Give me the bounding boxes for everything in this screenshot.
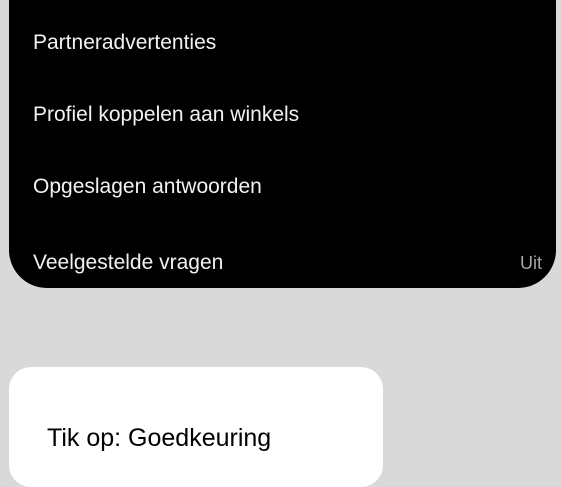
settings-menu-panel: Partneradvertenties Profiel koppelen aan…	[9, 0, 556, 288]
menu-item-label: Profiel koppelen aan winkels	[33, 103, 300, 126]
menu-item-status-value: Uit	[520, 252, 542, 273]
menu-item-opgeslagen-antwoorden[interactable]: Opgeslagen antwoorden	[33, 167, 542, 207]
menu-item-partneradvertenties[interactable]: Partneradvertenties	[33, 23, 542, 63]
instruction-card: Tik op: Goedkeuring	[9, 367, 383, 487]
menu-item-profiel-koppelen[interactable]: Profiel koppelen aan winkels	[33, 95, 542, 135]
menu-item-label: Veelgestelde vragen	[33, 251, 224, 274]
menu-item-label: Partneradvertenties	[33, 31, 217, 54]
menu-item-label: Opgeslagen antwoorden	[33, 175, 262, 198]
instruction-text: Tik op: Goedkeuring	[47, 424, 272, 452]
menu-item-veelgestelde-vragen[interactable]: Veelgestelde vragen Uit	[33, 243, 542, 283]
